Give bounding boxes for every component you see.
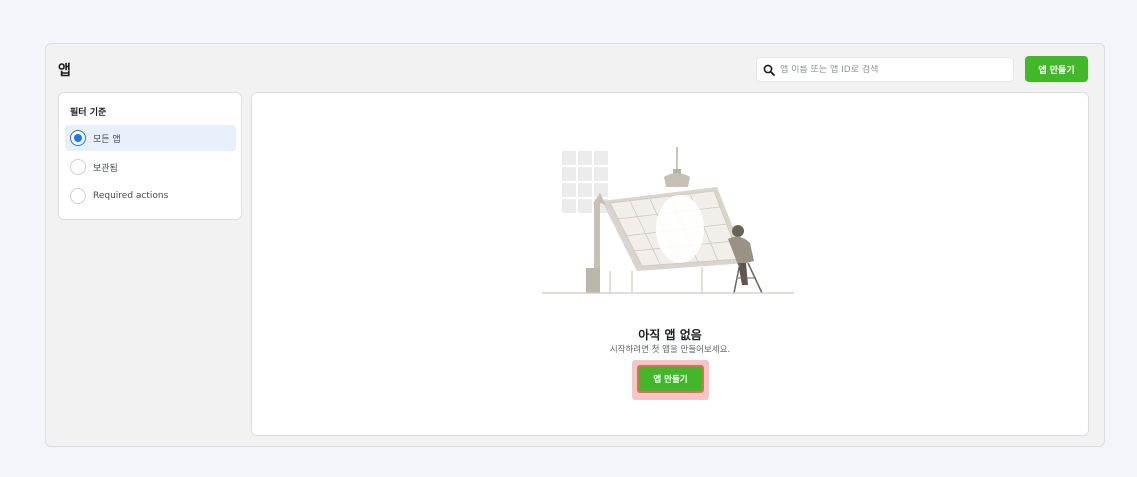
radio-dot — [74, 134, 82, 142]
create-first-app-button[interactable]: 앱 만들기 — [637, 365, 704, 393]
create-app-button[interactable]: 앱 만들기 — [1025, 56, 1088, 82]
search-input[interactable] — [780, 64, 1000, 75]
radio-selected[interactable] — [70, 130, 86, 146]
filter-option-label: 보관됨 — [93, 163, 118, 174]
apps-panel: 앱 앱 만들기 필터 기준 모든 앱 보관됨 Required actions — [45, 43, 1105, 447]
empty-state-subtitle: 시작하려면 첫 앱을 만들어보세요. — [609, 345, 731, 355]
filter-option-label: 모든 앱 — [93, 134, 121, 145]
search-box[interactable] — [756, 57, 1014, 82]
filter-option-all-apps[interactable]: 모든 앱 — [65, 125, 236, 151]
page-title: 앱 — [58, 63, 71, 79]
empty-apps-illustration — [542, 147, 794, 294]
radio-unselected[interactable] — [70, 188, 86, 204]
filter-option-required-actions[interactable]: Required actions — [65, 183, 236, 209]
filter-card: 필터 기준 모든 앱 보관됨 Required actions — [58, 92, 242, 220]
content-card: 아직 앱 없음 시작하려면 첫 앱을 만들어보세요. 앱 만들기 — [251, 92, 1089, 436]
empty-state-title: 아직 앱 없음 — [638, 328, 702, 342]
search-icon — [763, 64, 775, 76]
filter-title: 필터 기준 — [70, 108, 107, 118]
radio-unselected[interactable] — [70, 159, 86, 175]
filter-option-label: Required actions — [93, 191, 169, 201]
filter-option-archived[interactable]: 보관됨 — [65, 154, 236, 180]
